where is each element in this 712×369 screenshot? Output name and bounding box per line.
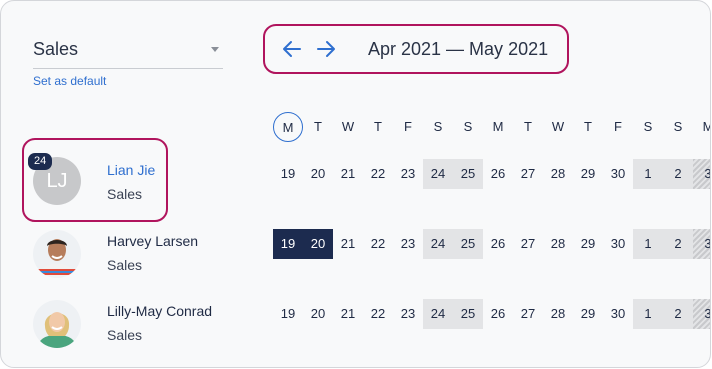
employee-name[interactable]: Lilly-May Conrad bbox=[107, 303, 212, 319]
day-cell[interactable]: 26 bbox=[483, 229, 513, 259]
day-cell[interactable]: 21 bbox=[333, 159, 363, 189]
day-cell[interactable]: 23 bbox=[393, 229, 423, 259]
day-cell[interactable]: 27 bbox=[513, 229, 543, 259]
day-cell[interactable]: 22 bbox=[363, 159, 393, 189]
day-cell[interactable]: 1 bbox=[633, 229, 663, 259]
avatar bbox=[33, 230, 81, 278]
arrow-left-icon[interactable] bbox=[281, 38, 303, 60]
day-cell[interactable]: 26 bbox=[483, 159, 513, 189]
department-select[interactable]: Sales bbox=[33, 37, 223, 69]
day-cell[interactable]: 27 bbox=[513, 159, 543, 189]
employee-department: Sales bbox=[107, 327, 143, 343]
scheduler-panel: Sales Set as default Apr 2021 — May 2021… bbox=[0, 0, 711, 368]
day-cell[interactable]: 20 bbox=[303, 299, 333, 329]
day-cell[interactable]: 25 bbox=[453, 229, 483, 259]
day-header: F bbox=[404, 119, 412, 134]
day-header: M bbox=[492, 119, 504, 134]
day-header: W bbox=[551, 119, 565, 134]
day-cell[interactable]: 2 bbox=[663, 299, 693, 329]
day-header: S bbox=[433, 119, 443, 134]
day-header: S bbox=[643, 119, 653, 134]
day-cell[interactable]: 1 bbox=[633, 159, 663, 189]
day-header: T bbox=[374, 119, 382, 134]
day-cell[interactable]: 20 bbox=[303, 159, 333, 189]
arrow-right-icon[interactable] bbox=[315, 38, 337, 60]
day-cell[interactable]: 21 bbox=[333, 299, 363, 329]
employee-name[interactable]: Lian Jie bbox=[107, 162, 155, 178]
department-select-value: Sales bbox=[33, 39, 79, 59]
day-cell[interactable]: 29 bbox=[573, 159, 603, 189]
date-range-label: Apr 2021 — May 2021 bbox=[368, 39, 549, 59]
day-cell[interactable]: 3 bbox=[693, 299, 710, 329]
chevron-down-icon bbox=[211, 47, 219, 52]
employee-row[interactable]: Lilly-May Conrad Sales bbox=[1, 294, 263, 364]
count-badge: 24 bbox=[28, 153, 53, 170]
day-header: F bbox=[614, 119, 622, 134]
day-cell[interactable]: 20 bbox=[303, 229, 333, 259]
employee-row[interactable]: Harvey Larsen Sales bbox=[1, 224, 263, 294]
day-header: W bbox=[341, 119, 355, 134]
day-header: T bbox=[584, 119, 592, 134]
day-cell[interactable]: 19 bbox=[273, 229, 303, 259]
day-cell[interactable]: 23 bbox=[393, 299, 423, 329]
day-cell[interactable]: 1 bbox=[633, 299, 663, 329]
employee-department: Sales bbox=[107, 186, 143, 202]
day-cell[interactable]: 28 bbox=[543, 299, 573, 329]
day-cell[interactable]: 24 bbox=[423, 299, 453, 329]
day-header: T bbox=[524, 119, 532, 134]
day-cell[interactable]: 19 bbox=[273, 159, 303, 189]
day-cell[interactable]: 30 bbox=[603, 299, 633, 329]
day-cell[interactable]: 21 bbox=[333, 229, 363, 259]
day-cell[interactable]: 3 bbox=[693, 159, 710, 189]
day-cell[interactable]: 2 bbox=[663, 229, 693, 259]
day-header: M bbox=[693, 112, 710, 142]
day-cell[interactable]: 2 bbox=[663, 159, 693, 189]
day-header: M bbox=[273, 112, 303, 142]
day-cell[interactable]: 22 bbox=[363, 229, 393, 259]
day-cell[interactable]: 30 bbox=[603, 229, 633, 259]
day-cell[interactable]: 24 bbox=[423, 229, 453, 259]
day-cell[interactable]: 29 bbox=[573, 299, 603, 329]
day-cell[interactable]: 28 bbox=[543, 229, 573, 259]
employee-department: Sales bbox=[107, 257, 143, 273]
day-cell[interactable]: 30 bbox=[603, 159, 633, 189]
day-cell[interactable]: 19 bbox=[273, 299, 303, 329]
day-header: T bbox=[314, 119, 322, 134]
day-cell[interactable]: 24 bbox=[423, 159, 453, 189]
set-as-default-link[interactable]: Set as default bbox=[33, 74, 106, 88]
day-cell[interactable]: 25 bbox=[453, 159, 483, 189]
day-cell[interactable]: 26 bbox=[483, 299, 513, 329]
day-cell[interactable]: 27 bbox=[513, 299, 543, 329]
day-cell[interactable]: 29 bbox=[573, 229, 603, 259]
employee-name[interactable]: Harvey Larsen bbox=[107, 233, 198, 249]
avatar bbox=[33, 300, 81, 348]
day-cell[interactable]: 23 bbox=[393, 159, 423, 189]
date-range-navigator: Apr 2021 — May 2021 bbox=[263, 24, 569, 74]
day-cell[interactable]: 25 bbox=[453, 299, 483, 329]
day-header: S bbox=[463, 119, 473, 134]
day-header: S bbox=[673, 119, 683, 134]
day-cell[interactable]: 28 bbox=[543, 159, 573, 189]
day-cell[interactable]: 3 bbox=[693, 229, 710, 259]
day-cell[interactable]: 22 bbox=[363, 299, 393, 329]
